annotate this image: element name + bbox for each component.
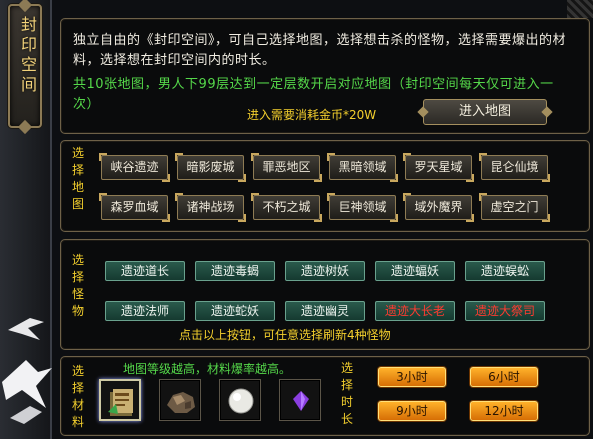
material-section-label: 选择材料 xyxy=(71,364,84,429)
map-button[interactable]: 昆仑仙境 xyxy=(479,153,550,182)
time-option-button[interactable]: 12小时 xyxy=(470,401,538,421)
entry-cost: 进入需要消耗金币*20W xyxy=(247,108,377,122)
material-slot[interactable] xyxy=(159,379,201,421)
scroll-book-icon xyxy=(108,389,133,416)
map-button[interactable]: 暗影废城 xyxy=(175,153,246,182)
map-button[interactable]: 巨神领域 xyxy=(327,193,398,222)
boss-monster-button[interactable]: 遗迹大长老 xyxy=(375,301,455,321)
title-tab: 封印空间 xyxy=(8,4,42,128)
map-button[interactable]: 虚空之门 xyxy=(479,193,550,222)
map-section-label: 选择地图 xyxy=(71,146,84,211)
page-title: 封印空间 xyxy=(18,16,37,96)
monster-button[interactable]: 遗迹法师 xyxy=(105,301,185,321)
time-option-button[interactable]: 3小时 xyxy=(378,367,446,387)
time-section-label: 选择时长 xyxy=(340,361,353,426)
map-button[interactable]: 域外魔界 xyxy=(403,193,474,222)
purple-gem-icon xyxy=(293,391,309,411)
map-button[interactable]: 黑暗领域 xyxy=(327,153,398,182)
map-button[interactable]: 森罗血域 xyxy=(99,193,170,222)
time-option-button[interactable]: 9小时 xyxy=(378,401,446,421)
white-birds-decoration xyxy=(2,318,52,424)
monster-button[interactable]: 遗迹蝠妖 xyxy=(375,261,455,281)
intro-description: 独立自由的《封印空间》，可自己选择地图，选择想击杀的怪物，选择需要爆出的材料，选… xyxy=(73,33,567,68)
map-button[interactable]: 诸神战场 xyxy=(175,193,246,222)
map-button[interactable]: 不朽之城 xyxy=(251,193,322,222)
pearl-icon xyxy=(228,388,254,414)
monster-button[interactable]: 遗迹道长 xyxy=(105,261,185,281)
material-hint: 地图等级越高，材料爆率越高。 xyxy=(123,362,292,376)
material-slot[interactable] xyxy=(279,379,321,421)
ore-rock-icon xyxy=(167,392,195,413)
boss-monster-button[interactable]: 遗迹大祭司 xyxy=(465,301,545,321)
monster-button[interactable]: 遗迹蜈蚣 xyxy=(465,261,545,281)
monster-button[interactable]: 遗迹蛇妖 xyxy=(195,301,275,321)
monster-button[interactable]: 遗迹幽灵 xyxy=(285,301,365,321)
intro-panel: 独立自由的《封印空间》，可自己选择地图，选择想击杀的怪物，选择需要爆出的材料，选… xyxy=(60,18,590,134)
material-time-panel: 选择材料 地图等级越高，材料爆率越高。 选择时长 3小时 6小时 9小时 12小… xyxy=(60,356,590,436)
monster-select-panel: 选择怪物 遗迹道长 遗迹毒蝎 遗迹树妖 遗迹蝠妖 遗迹蜈蚣 遗迹法师 遗迹蛇妖 … xyxy=(60,239,590,350)
map-select-panel: 选择地图 峡谷遗迹 暗影废城 罪恶地区 黑暗领域 罗天星域 昆仑仙境 森罗血域 … xyxy=(60,140,590,232)
material-slot[interactable] xyxy=(219,379,261,421)
corner-ornament xyxy=(567,0,593,18)
monster-hint: 点击以上按钮，可任意选择刷新4种怪物 xyxy=(179,328,391,342)
monster-button[interactable]: 遗迹毒蝎 xyxy=(195,261,275,281)
enter-map-button[interactable]: 进入地图 xyxy=(423,99,547,125)
monster-section-label: 选择怪物 xyxy=(71,253,84,318)
time-option-button[interactable]: 6小时 xyxy=(470,367,538,387)
map-button[interactable]: 峡谷遗迹 xyxy=(99,153,170,182)
map-button[interactable]: 罪恶地区 xyxy=(251,153,322,182)
material-slot[interactable] xyxy=(99,379,141,421)
map-button[interactable]: 罗天星域 xyxy=(403,153,474,182)
monster-button[interactable]: 遗迹树妖 xyxy=(285,261,365,281)
